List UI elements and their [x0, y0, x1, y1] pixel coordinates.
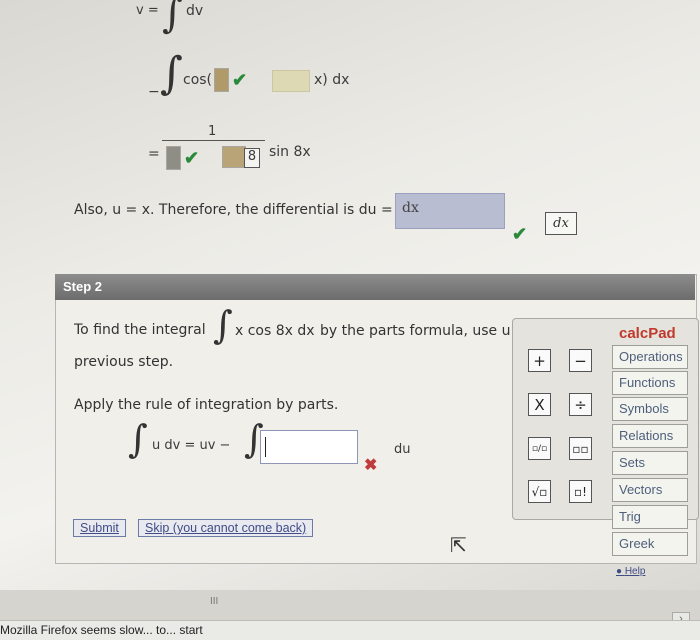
- parts-formula-left: u dv = uv −: [152, 438, 231, 453]
- factorial-key[interactable]: ▫!: [569, 480, 592, 503]
- incorrect-x-icon: ✖: [364, 457, 378, 474]
- help-icon: ●: [616, 566, 623, 577]
- parts-answer-input[interactable]: [260, 430, 358, 464]
- status-text: Mozilla Firefox seems slow... to... star…: [0, 623, 203, 637]
- calcpad-greek-tab[interactable]: Greek: [612, 532, 688, 556]
- differential-text: Also, u = x. Therefore, the differential…: [74, 202, 393, 218]
- check-icon: ✔: [184, 148, 200, 168]
- status-bar: Mozilla Firefox seems slow... to... star…: [0, 620, 700, 640]
- times-key[interactable]: X: [528, 393, 551, 416]
- apply-rule-text: Apply the rule of integration by parts.: [74, 397, 339, 413]
- answer-slot-3[interactable]: [166, 146, 181, 170]
- exponent-key[interactable]: ▫▫: [569, 437, 592, 460]
- cos-text: cos(: [183, 72, 213, 88]
- calcpad-help-link[interactable]: ● Help: [616, 566, 645, 577]
- scrollbar-grip[interactable]: III: [210, 596, 218, 607]
- calcpad-operations-tab[interactable]: Operations: [612, 345, 688, 369]
- minus-sign: −: [148, 84, 160, 100]
- denominator-box: 8: [244, 148, 260, 168]
- sqrt-key[interactable]: √▫: [528, 480, 551, 503]
- find-suffix-text: by the parts formula, use u: [320, 323, 511, 339]
- step2-header: Step 2: [55, 274, 695, 300]
- calcpad-trig-tab[interactable]: Trig: [612, 505, 688, 529]
- dv-text: dv: [186, 3, 204, 19]
- dx-key-button[interactable]: dx: [545, 212, 577, 235]
- calcpad-title: calcPad: [619, 325, 676, 342]
- plus-key[interactable]: +: [528, 349, 551, 372]
- equals-sign: =: [148, 146, 160, 162]
- mouse-pointer-icon: ⇱: [450, 535, 467, 557]
- integral-sign: ∫: [162, 0, 183, 37]
- integral-sign-2: ∫: [160, 48, 183, 99]
- calcpad-vectors-tab[interactable]: Vectors: [612, 478, 688, 502]
- sin-term: sin 8x: [269, 144, 311, 160]
- du-answer-value: dx: [402, 200, 419, 216]
- du-answer-field[interactable]: dx: [395, 193, 505, 229]
- fraction-bar: [162, 140, 265, 141]
- answer-slot-2[interactable]: [272, 70, 310, 92]
- calcpad-functions-tab[interactable]: Functions: [612, 371, 688, 395]
- divide-key[interactable]: ÷: [569, 393, 592, 416]
- integral-sign-3: ∫: [213, 303, 233, 347]
- calcpad-sets-tab[interactable]: Sets: [612, 451, 688, 475]
- previous-step-text: previous step.: [74, 354, 174, 370]
- calcpad-symbols-tab[interactable]: Symbols: [612, 397, 688, 421]
- help-label: Help: [624, 566, 646, 577]
- answer-slot-4[interactable]: [222, 146, 246, 168]
- check-icon: ✔: [232, 70, 248, 90]
- fraction-key[interactable]: ▫/▫: [528, 437, 551, 460]
- find-integral-text: To find the integral: [74, 322, 206, 338]
- step2-title: Step 2: [63, 279, 103, 294]
- integral-sign-4: ∫: [128, 417, 148, 461]
- line2-suffix: x) dx: [314, 72, 350, 88]
- submit-button[interactable]: Submit: [73, 519, 126, 537]
- check-icon: ✔: [512, 224, 528, 244]
- integrand-text: x cos 8x dx: [235, 323, 315, 339]
- minus-key[interactable]: −: [569, 349, 592, 372]
- fraction-numerator: 1: [208, 124, 217, 139]
- answer-slot-1[interactable]: [214, 68, 229, 92]
- skip-button[interactable]: Skip (you cannot come back): [138, 519, 314, 537]
- du-label: du: [394, 442, 411, 457]
- calcpad-relations-tab[interactable]: Relations: [612, 424, 688, 448]
- text-cursor: [265, 437, 266, 457]
- v-equals: v =: [136, 3, 159, 18]
